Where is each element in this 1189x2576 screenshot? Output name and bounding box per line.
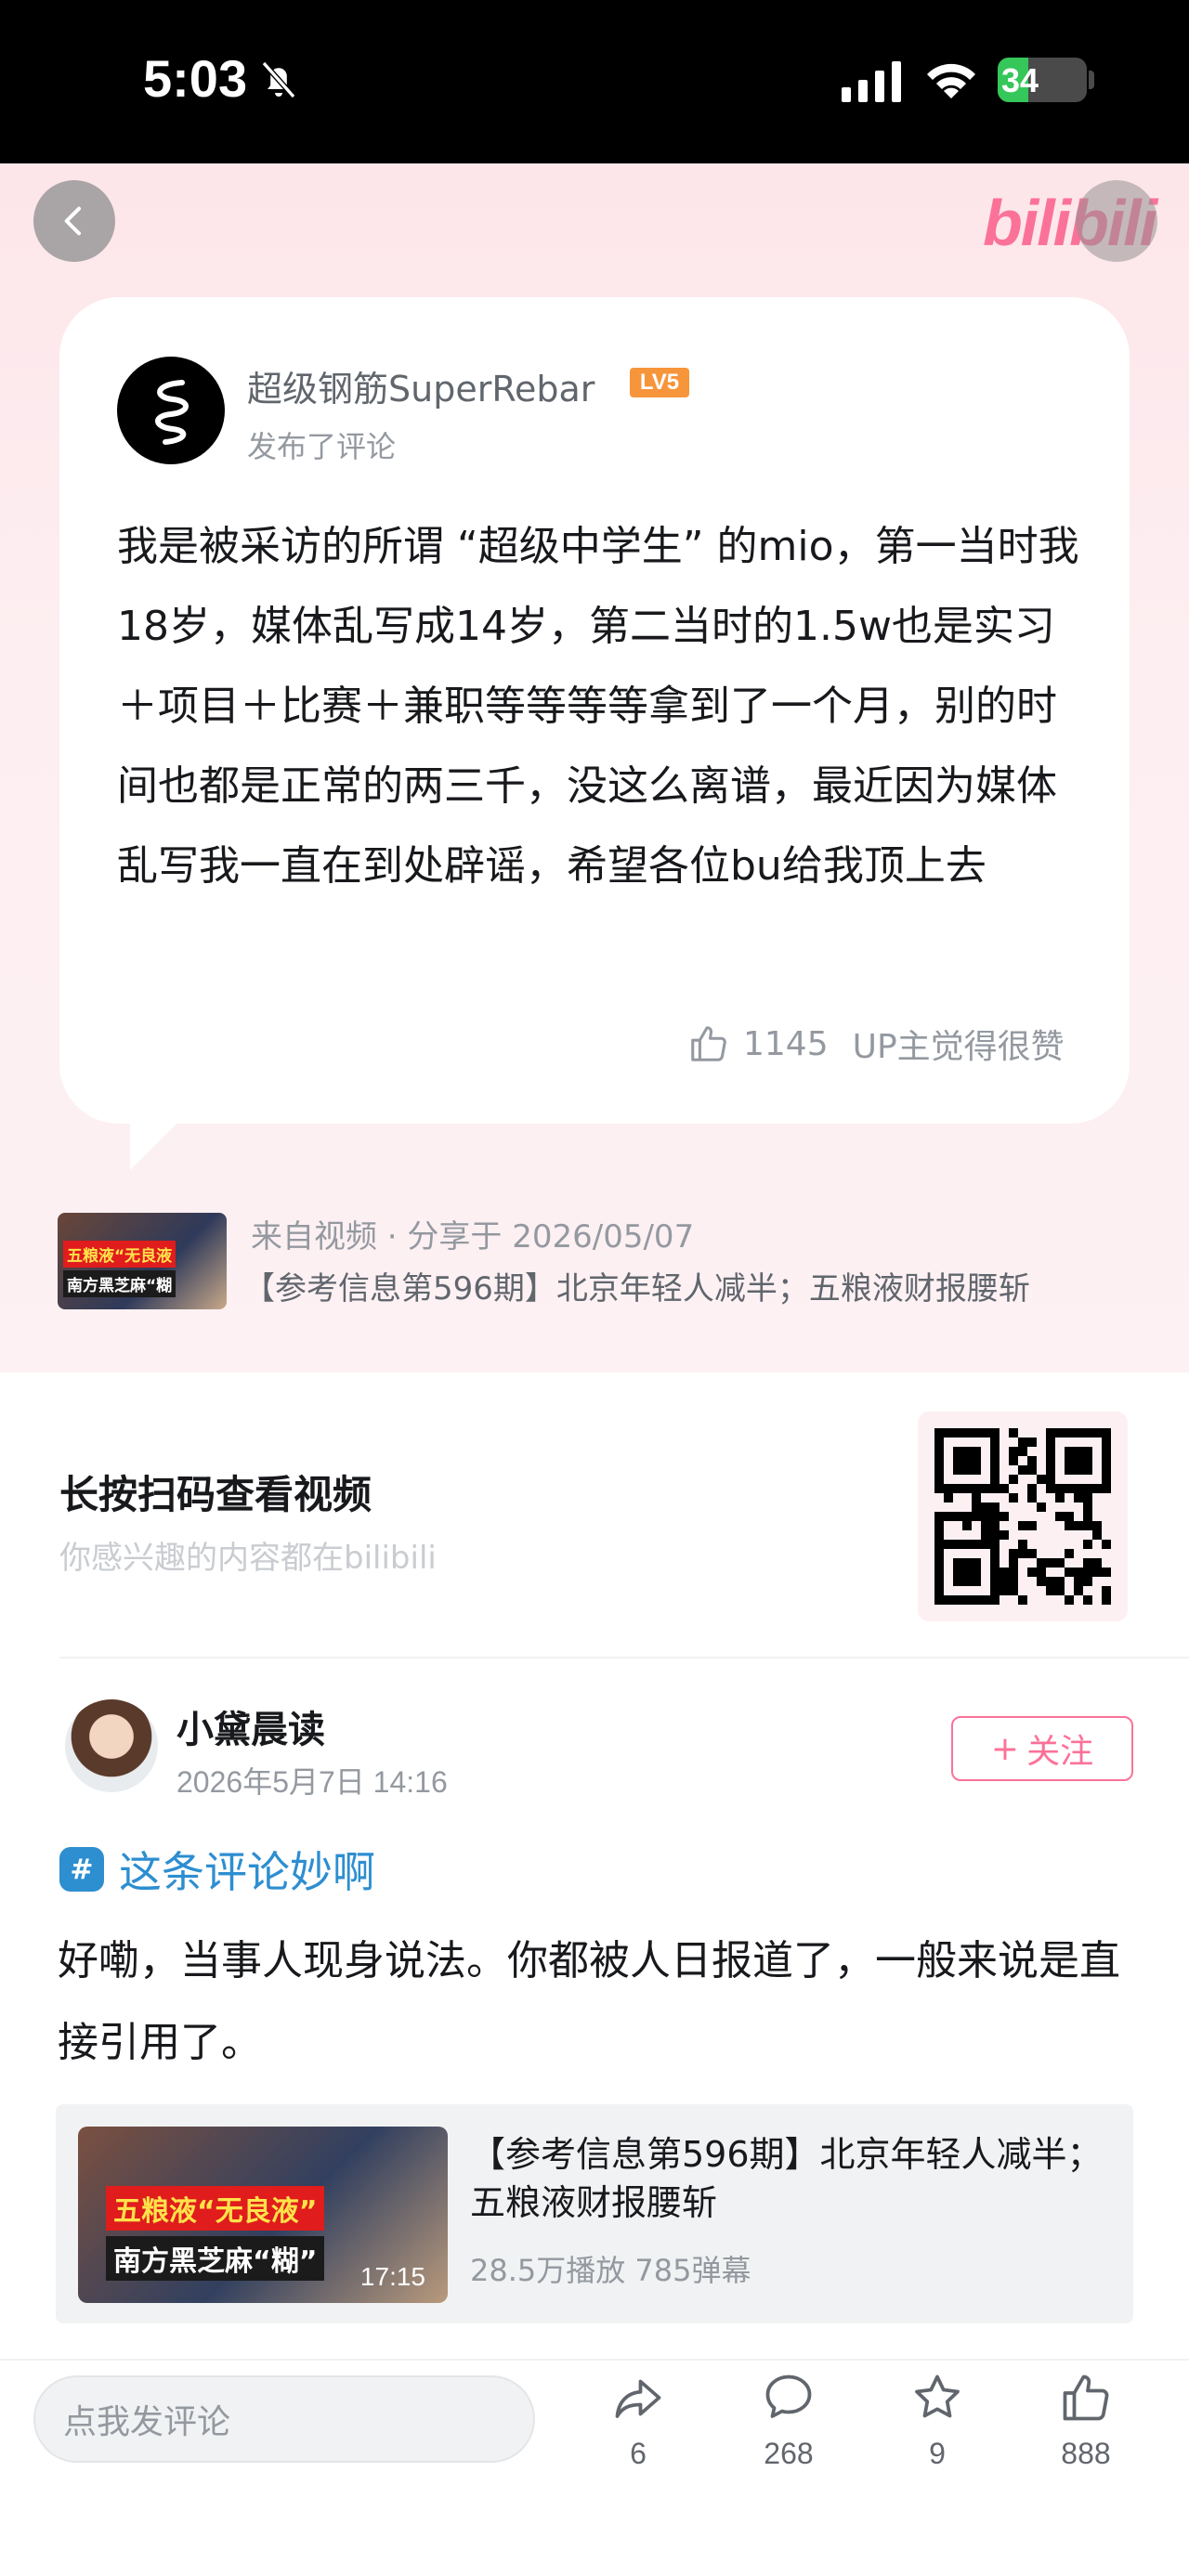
status-bar: 5:03 34 (0, 0, 1189, 163)
post-timestamp: 2026年5月7日 14:16 (176, 1765, 448, 1799)
back-button[interactable] (33, 180, 115, 262)
source-video-thumbnail: 五粮液“无良液 南方黑芝麻“糊 (58, 1213, 227, 1309)
author-avatar (117, 357, 225, 464)
status-time: 5:03 (143, 49, 248, 108)
star-icon (915, 2374, 960, 2418)
card-subtitle: 发布了评论 (247, 429, 397, 464)
battery-cap (1089, 71, 1094, 89)
share-icon (615, 2379, 661, 2418)
like-button[interactable]: 888 (1035, 2370, 1137, 2481)
video-thumbnail: 五粮液“无良液” 南方黑芝麻“糊” 17:15 (78, 2127, 448, 2303)
divider (59, 1657, 1189, 1659)
plus-icon: + (990, 1729, 1020, 1768)
comment-button[interactable]: 268 (738, 2370, 840, 2481)
follow-label: 关注 (1026, 1733, 1094, 1771)
cellular-signal-icon (842, 61, 901, 102)
chevron-left-icon (64, 206, 81, 236)
comment-count: 268 (764, 2437, 814, 2470)
qr-code[interactable] (918, 1412, 1128, 1621)
source-meta: 来自视频 · 分享于 2026/05/07 (251, 1218, 695, 1255)
share-count: 6 (630, 2437, 647, 2470)
thumb-tag: 南方黑芝麻“糊 (63, 1270, 176, 1297)
thumb-tag: 五粮液“无良液 (63, 1241, 176, 1268)
comment-input[interactable]: 点我发评论 (33, 2375, 535, 2463)
battery-icon: 34 (998, 58, 1087, 102)
video-title: 【参考信息第596期】北京年轻人减半；五粮液财报腰斩 (470, 2134, 1103, 2223)
like-count: 888 (1061, 2437, 1111, 2470)
video-duration: 17:15 (359, 2262, 425, 2291)
thumb-tag: 南方黑芝麻“糊” (106, 2236, 325, 2281)
card-likes: 1145 UP主觉得很赞 (687, 1020, 1065, 1068)
post-author-name[interactable]: 小黛晨读 (176, 1699, 325, 1753)
follow-button[interactable]: + 关注 (951, 1716, 1133, 1781)
share-button[interactable]: 6 (587, 2370, 689, 2481)
video-card[interactable]: 五粮液“无良液” 南方黑芝麻“糊” 17:15 【参考信息第596期】北京年轻人… (56, 2104, 1133, 2323)
up-like-note: UP主觉得很赞 (852, 1028, 1065, 1066)
favorite-count: 9 (929, 2437, 946, 2470)
qr-title: 长按扫码查看视频 (59, 1472, 372, 1517)
bell-off-icon (261, 61, 296, 98)
video-stats: 28.5万播放 785弹幕 (470, 2253, 751, 2288)
qr-code-image (934, 1428, 1111, 1605)
post-text: 好嘞，当事人现身说法。你都被人日报道了，一般来说是直接引用了。 (58, 1937, 1120, 2066)
card-tail (130, 1105, 195, 1170)
comment-icon (765, 2374, 812, 2418)
level-badge: LV5 (630, 368, 689, 397)
wifi-icon (927, 63, 975, 98)
topic-text: 这条评论妙啊 (119, 1847, 375, 1897)
spring-logo-icon (155, 380, 189, 445)
more-button[interactable] (1076, 180, 1157, 262)
comment-body: 我是被采访的所谓 “超级中学生” 的mio，第一当时我18岁，媒体乱写成14岁，… (117, 523, 1079, 890)
source-video[interactable]: 五粮液“无良液 南方黑芝麻“糊 来自视频 · 分享于 2026/05/07 【参… (58, 1211, 1154, 1313)
qr-subtitle: 你感兴趣的内容都在bilibili (59, 1540, 437, 1577)
battery-level-text: 34 (1001, 61, 1039, 99)
hashtag-icon: # (59, 1847, 104, 1892)
card-author-name: 超级钢筋SuperRebar (247, 369, 595, 410)
topic-tag[interactable]: # 这条评论妙啊 (59, 1839, 375, 1900)
post-author-avatar[interactable] (65, 1699, 158, 1792)
thumbs-up-icon (691, 1026, 726, 1061)
thumb-tag: 五粮液“无良液” (106, 2186, 325, 2231)
source-title: 【参考信息第596期】北京年轻人减半；五粮液财报腰斩 (243, 1270, 1030, 1308)
favorite-button[interactable]: 9 (886, 2370, 988, 2481)
card-like-count: 1145 (743, 1024, 829, 1063)
thumbs-up-icon (1063, 2374, 1109, 2421)
